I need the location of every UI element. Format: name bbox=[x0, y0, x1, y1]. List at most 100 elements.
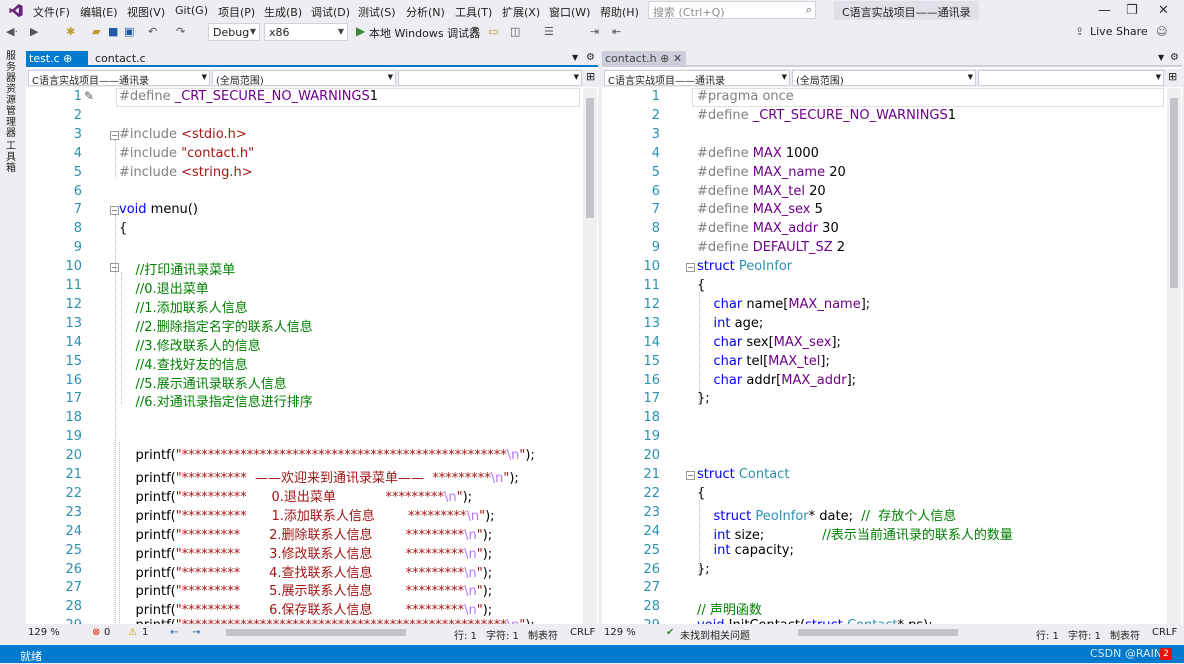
code-line[interactable]: //1.添加联系人信息 bbox=[119, 297, 248, 316]
code-line[interactable]: #define _CRT_SECURE_NO_WARNINGS1 bbox=[697, 108, 956, 123]
code-line[interactable]: #define MAX_addr 30 bbox=[697, 221, 839, 236]
line-ending[interactable]: CRLF bbox=[570, 627, 595, 638]
server-explorer-tab[interactable]: 服务器资源管理器 bbox=[6, 51, 18, 139]
code-line[interactable]: #include <stdio.h> bbox=[119, 127, 247, 142]
menu-item[interactable]: 文件(F) bbox=[33, 4, 70, 20]
notification-badge[interactable]: 2 bbox=[1160, 648, 1172, 660]
split-icon[interactable]: ⊞ bbox=[1168, 70, 1177, 83]
close-button[interactable]: ✕ bbox=[1158, 3, 1169, 18]
code-line[interactable]: printf("********* 5.展示联系人信息 *********\n"… bbox=[119, 580, 493, 599]
line-ending[interactable]: CRLF bbox=[1152, 627, 1177, 638]
prev-issue-icon[interactable]: ← bbox=[170, 627, 178, 638]
project-nav-select[interactable]: C语言实战项目——通讯录 ▼ bbox=[28, 70, 210, 86]
code-line[interactable]: char tel[MAX_tel]; bbox=[697, 354, 830, 369]
code-line[interactable]: // 声明函数 bbox=[697, 599, 762, 618]
close-tab-icon[interactable]: ✕ bbox=[673, 52, 682, 65]
code-line[interactable]: #define MAX_tel 20 bbox=[697, 184, 826, 199]
search-input[interactable]: 搜索 (Ctrl+Q) ⌕ bbox=[648, 1, 816, 19]
tabs-mode[interactable]: 制表符 bbox=[1110, 627, 1140, 642]
open-file-icon[interactable]: ▰ bbox=[92, 25, 100, 38]
right-vertical-scrollbar[interactable] bbox=[1167, 88, 1181, 624]
code-line[interactable]: struct Contact bbox=[697, 467, 789, 482]
run-button[interactable]: 本地 Windows 调试器 bbox=[369, 25, 480, 41]
scope-nav-select[interactable]: (全局范围) ▼ bbox=[212, 70, 396, 86]
save-icon[interactable]: ■ bbox=[108, 25, 118, 38]
toolbox-tab[interactable]: 工具箱 bbox=[6, 141, 18, 174]
code-line[interactable]: //6.对通讯录指定信息进行排序 bbox=[119, 391, 313, 410]
indent-icon[interactable]: ⇥ bbox=[590, 25, 599, 38]
menu-item[interactable]: 调试(D) bbox=[311, 4, 350, 20]
code-line[interactable]: char name[MAX_name]; bbox=[697, 297, 871, 312]
fold-toggle-icon[interactable]: − bbox=[686, 263, 695, 273]
menu-item[interactable]: 项目(P) bbox=[218, 4, 255, 20]
code-line[interactable]: printf("********* 3.修改联系人信息 *********\n"… bbox=[119, 543, 493, 562]
issues-status[interactable]: 未找到相关问题 bbox=[680, 627, 750, 642]
menu-item[interactable]: 窗口(W) bbox=[549, 4, 590, 20]
code-line[interactable]: printf("********* 2.删除联系人信息 *********\n"… bbox=[119, 524, 493, 543]
screenshot-icon[interactable]: ◫ bbox=[510, 25, 520, 38]
fold-toggle-icon[interactable]: − bbox=[686, 471, 695, 480]
code-line[interactable]: //打印通讯录菜单 bbox=[119, 259, 236, 278]
left-horizontal-scrollbar[interactable] bbox=[226, 629, 406, 636]
new-project-icon[interactable]: ✱ bbox=[66, 25, 75, 38]
code-line[interactable]: printf("********** 0.退出菜单 *********\n"); bbox=[119, 486, 473, 505]
comment-icon[interactable]: ☰ bbox=[544, 25, 554, 38]
settings-icon[interactable]: ⚙ bbox=[1170, 52, 1179, 63]
outdent-icon[interactable]: ⇤ bbox=[612, 25, 621, 38]
code-line[interactable]: #define _CRT_SECURE_NO_WARNINGS1 bbox=[119, 89, 378, 104]
fold-toggle-icon[interactable]: − bbox=[110, 206, 119, 216]
code-line[interactable]: //2.删除指定名字的联系人信息 bbox=[119, 316, 313, 335]
tabs-mode[interactable]: 制表符 bbox=[528, 627, 558, 642]
tab-dropdown-icon[interactable]: ▼ bbox=[572, 53, 578, 62]
forward-icon[interactable]: ▶ bbox=[30, 25, 38, 38]
quick-actions-icon[interactable]: ✎ bbox=[84, 89, 94, 103]
project-nav-select[interactable]: C语言实战项目——通讯录 ▼ bbox=[604, 70, 790, 86]
menu-item[interactable]: Git(G) bbox=[175, 4, 208, 17]
scroll-thumb[interactable] bbox=[1170, 98, 1178, 288]
zoom-level[interactable]: 129 % bbox=[604, 627, 636, 638]
warning-icon[interactable]: ⚠ bbox=[128, 627, 137, 638]
config-select[interactable]: Debug ▼ bbox=[208, 23, 260, 41]
tab-contact-c[interactable]: contact.c bbox=[92, 51, 149, 67]
code-line[interactable]: printf("********** ——欢迎来到通讯录菜单—— *******… bbox=[119, 467, 519, 486]
menu-item[interactable]: 生成(B) bbox=[264, 4, 302, 20]
menu-item[interactable]: 测试(S) bbox=[358, 4, 396, 20]
code-line[interactable]: #define DEFAULT_SZ 2 bbox=[697, 240, 845, 255]
left-vertical-scrollbar[interactable] bbox=[583, 88, 597, 624]
code-line[interactable]: void menu() bbox=[119, 202, 198, 217]
next-issue-icon[interactable]: → bbox=[192, 627, 200, 638]
code-line[interactable]: printf("********************************… bbox=[119, 448, 535, 463]
browse-icon[interactable]: ▭ bbox=[488, 25, 498, 38]
tab-contact-h[interactable]: contact.h ⊕ ✕ bbox=[602, 51, 686, 67]
tab-dropdown-icon[interactable]: ▼ bbox=[1158, 53, 1164, 62]
left-code-editor[interactable]: 1 #define _CRT_SECURE_NO_WARNINGS1 2 3 #incl… bbox=[26, 88, 582, 624]
menu-item[interactable]: 编辑(E) bbox=[80, 4, 118, 20]
right-horizontal-scrollbar[interactable] bbox=[798, 629, 958, 636]
back-icon[interactable]: ◀· bbox=[6, 25, 18, 38]
code-line[interactable]: { bbox=[119, 221, 127, 236]
tab-test-c[interactable]: test.c ⊕ ✕ bbox=[26, 51, 88, 78]
code-line[interactable]: printf("********* 6.保存联系人信息 *********\n"… bbox=[119, 599, 493, 618]
code-line[interactable]: int age; bbox=[697, 316, 764, 331]
maximize-button[interactable]: ❐ bbox=[1126, 3, 1138, 18]
code-line[interactable]: #define MAX 1000 bbox=[697, 146, 819, 161]
settings-icon[interactable]: ⚙ bbox=[586, 52, 595, 63]
code-line[interactable]: char addr[MAX_addr]; bbox=[697, 373, 857, 388]
member-nav-select[interactable]: ▼ bbox=[398, 70, 582, 86]
error-icon[interactable]: ⊗ bbox=[92, 627, 100, 638]
menu-item[interactable]: 工具(T) bbox=[455, 4, 492, 20]
code-line[interactable]: struct PeoInfor* date; // 存放个人信息 bbox=[697, 505, 957, 524]
live-share-button[interactable]: Live Share bbox=[1090, 25, 1148, 38]
run-dropdown-icon[interactable]: ▼ bbox=[472, 25, 478, 34]
code-line[interactable]: printf("********** 1.添加联系人信息 *********\n… bbox=[119, 505, 495, 524]
fold-toggle-icon[interactable]: − bbox=[110, 130, 119, 140]
run-icon[interactable]: ▶ bbox=[356, 24, 365, 38]
right-code-editor[interactable]: 1 #pragma once 2 #define _CRT_SECURE_NO_WAR… bbox=[602, 88, 1166, 624]
minimize-button[interactable]: — bbox=[1098, 3, 1111, 18]
code-line[interactable]: #include <string.h> bbox=[119, 165, 253, 180]
redo-icon[interactable]: ↷ bbox=[176, 25, 185, 38]
member-nav-select[interactable]: ▼ bbox=[978, 70, 1164, 86]
code-line[interactable]: char sex[MAX_sex]; bbox=[697, 335, 841, 350]
code-line[interactable]: #pragma once bbox=[697, 89, 794, 104]
menu-item[interactable]: 分析(N) bbox=[406, 4, 445, 20]
